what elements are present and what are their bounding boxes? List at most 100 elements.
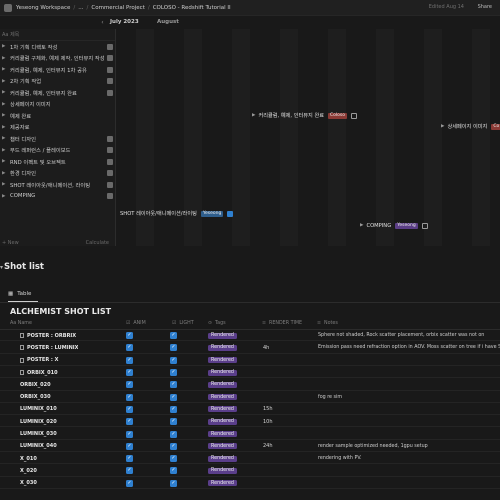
anim-checkbox-cell[interactable]: ✓: [126, 441, 133, 452]
breadcrumb-ellipsis[interactable]: ...: [78, 5, 83, 11]
table-row[interactable]: LUMINIX_030 ✓ ✓ Rendered: [0, 428, 500, 440]
table-row[interactable]: ORBIX_010 ✓ ✓ Rendered: [0, 367, 500, 379]
tags-cell[interactable]: Rendered: [208, 355, 237, 366]
timeline-task-row[interactable]: ▶ SHOT 레이아웃/애니메이션, 라이팅: [0, 179, 115, 191]
table-row[interactable]: POSTER : LUMINIX ✓ ✓ Rendered 4h Emission pas…: [0, 342, 500, 354]
notes-cell[interactable]: [318, 404, 500, 415]
table-row[interactable]: ORBIX_020 ✓ ✓ Rendered: [0, 379, 500, 391]
timeline-task-row[interactable]: ▶ 무드 레퍼런스 / 플레이보드: [0, 145, 115, 157]
expand-icon[interactable]: ▶: [2, 102, 6, 107]
new-task-button[interactable]: + New: [2, 240, 19, 246]
light-checkbox-cell[interactable]: ✓: [170, 416, 177, 427]
anim-checkbox-cell[interactable]: ✓: [126, 478, 133, 489]
notes-cell[interactable]: [318, 478, 500, 489]
tags-cell[interactable]: Rendered: [208, 367, 237, 378]
expand-icon[interactable]: ▶: [2, 67, 6, 72]
tags-cell[interactable]: Rendered: [208, 453, 237, 464]
row-name-cell[interactable]: X_010: [20, 453, 37, 464]
notes-cell[interactable]: [318, 416, 500, 427]
column-header-tags[interactable]: ⊙ Tags: [208, 318, 226, 329]
bar-checkbox[interactable]: [421, 222, 428, 229]
anim-checkbox-cell[interactable]: ✓: [126, 379, 133, 390]
anim-checkbox-cell[interactable]: ✓: [126, 453, 133, 464]
light-checkbox-cell[interactable]: ✓: [170, 428, 177, 439]
table-row[interactable]: X_020 ✓ ✓ Rendered: [0, 465, 500, 477]
checked-checkbox-icon[interactable]: ✓: [126, 369, 133, 377]
section-toggle-icon[interactable]: ▾: [0, 264, 3, 271]
column-header-name[interactable]: Aa Name: [10, 318, 32, 329]
light-checkbox-cell[interactable]: ✓: [170, 478, 177, 489]
open-page-icon[interactable]: [107, 193, 113, 199]
light-checkbox-cell[interactable]: ✓: [170, 342, 177, 353]
light-checkbox-cell[interactable]: ✓: [170, 453, 177, 464]
timeline-task-row[interactable]: ▶ 커리큘럼 구체화, 예제 제작, 인터뷰지 작성: [0, 53, 115, 65]
table-row[interactable]: X_010 ✓ ✓ Rendered rendering with PV.: [0, 453, 500, 465]
timeline-task-row[interactable]: ▶ 2차 기획 작업: [0, 76, 115, 88]
notes-cell[interactable]: [318, 355, 500, 366]
light-checkbox-cell[interactable]: ✓: [170, 404, 177, 415]
checked-checkbox-icon[interactable]: ✓: [170, 430, 177, 438]
checked-checkbox-icon[interactable]: ✓: [126, 430, 133, 438]
checked-checkbox-icon[interactable]: ✓: [170, 369, 177, 377]
expand-icon[interactable]: ▶: [2, 194, 6, 199]
timeline-task-row[interactable]: ▶ 커리큘럼, 예제, 인터뷰지 완료: [0, 87, 115, 99]
column-header-render-time[interactable]: ≡ RENDER TIME: [262, 318, 302, 329]
tags-cell[interactable]: Rendered: [208, 478, 237, 489]
row-name-cell[interactable]: LUMINIX_020: [20, 416, 57, 427]
table-row[interactable]: X_030 ✓ ✓ Rendered: [0, 478, 500, 489]
expand-icon[interactable]: ▶: [2, 148, 6, 153]
anim-checkbox-cell[interactable]: ✓: [126, 404, 133, 415]
light-checkbox-cell[interactable]: ✓: [170, 465, 177, 476]
tags-cell[interactable]: Rendered: [208, 416, 237, 427]
checked-checkbox-icon[interactable]: ✓: [126, 405, 133, 413]
expand-icon[interactable]: ▶: [360, 223, 363, 228]
expand-icon[interactable]: ▶: [252, 113, 255, 118]
checked-checkbox-icon[interactable]: ✓: [126, 479, 133, 487]
expand-icon[interactable]: ▶: [2, 90, 6, 95]
row-name-cell[interactable]: ORBIX_030: [20, 392, 51, 403]
row-name-cell[interactable]: X_020: [20, 465, 37, 476]
expand-icon[interactable]: ▶: [2, 56, 6, 61]
view-tab-table[interactable]: ▦ Table: [8, 291, 31, 297]
checked-checkbox-icon[interactable]: ✓: [126, 442, 133, 450]
render-time-cell[interactable]: 24h: [263, 441, 273, 452]
breadcrumb-page[interactable]: COLOSO - Redshift Tutorial II: [153, 5, 231, 11]
anim-checkbox-cell[interactable]: ✓: [126, 330, 133, 341]
checked-checkbox-icon[interactable]: ✓: [126, 393, 133, 401]
tags-cell[interactable]: Rendered: [208, 392, 237, 403]
expand-icon[interactable]: ▶: [2, 44, 6, 49]
table-row[interactable]: LUMINIX_010 ✓ ✓ Rendered 15h: [0, 404, 500, 416]
render-time-cell[interactable]: 4h: [263, 342, 269, 353]
checked-checkbox-icon[interactable]: ✓: [126, 455, 133, 463]
light-checkbox-cell[interactable]: ✓: [170, 330, 177, 341]
row-name-cell[interactable]: X_030: [20, 478, 37, 489]
timeline-task-row[interactable]: ▶ 예제 완료: [0, 110, 115, 122]
timeline-task-row[interactable]: ▶ 커리큘럼, 예제, 인터뷰지 1차 공유: [0, 64, 115, 76]
notes-cell[interactable]: render sample optimized needed, 1gpu set…: [318, 441, 500, 452]
checked-checkbox-icon[interactable]: ✓: [170, 393, 177, 401]
open-page-icon[interactable]: [107, 170, 113, 176]
timeline-task-row[interactable]: ▶ 1차 기획 디렉토 작성: [0, 41, 115, 53]
open-page-icon[interactable]: [107, 55, 113, 61]
anim-checkbox-cell[interactable]: ✓: [126, 416, 133, 427]
row-name-cell[interactable]: POSTER : ORBRIX: [20, 330, 76, 341]
checked-checkbox-icon[interactable]: ✓: [126, 467, 133, 475]
timeline-bar-comping[interactable]: ▶ COMPING Yeseong: [360, 221, 428, 230]
checked-checkbox-icon[interactable]: ✓: [170, 332, 177, 340]
timeline-bar-detail-image[interactable]: ▶ 상세페이지 이미지 Co: [441, 122, 500, 131]
bar-checkbox[interactable]: [350, 112, 357, 119]
anim-checkbox-cell[interactable]: ✓: [126, 428, 133, 439]
render-time-cell[interactable]: 15h: [263, 404, 273, 415]
notes-cell[interactable]: [318, 465, 500, 476]
table-row[interactable]: POSTER : X ✓ ✓ Rendered: [0, 355, 500, 366]
timeline-task-row[interactable]: ▶ 챕터 디자인: [0, 133, 115, 145]
open-page-icon[interactable]: [107, 66, 113, 73]
row-name-cell[interactable]: LUMINIX_010: [20, 404, 57, 415]
anim-checkbox-cell[interactable]: ✓: [126, 355, 133, 366]
render-time-cell[interactable]: 10h: [263, 416, 273, 427]
checked-checkbox-icon[interactable]: ✓: [170, 467, 177, 475]
column-header-light[interactable]: ☑ LIGHT: [172, 318, 194, 329]
tags-cell[interactable]: Rendered: [208, 330, 237, 341]
timeline-bar-curriculum-complete[interactable]: ▶ 커리큘럼, 예제, 인터뷰지 완료 Coloso: [252, 111, 357, 120]
breadcrumb-commercial-project[interactable]: Commercial Project: [91, 5, 144, 11]
